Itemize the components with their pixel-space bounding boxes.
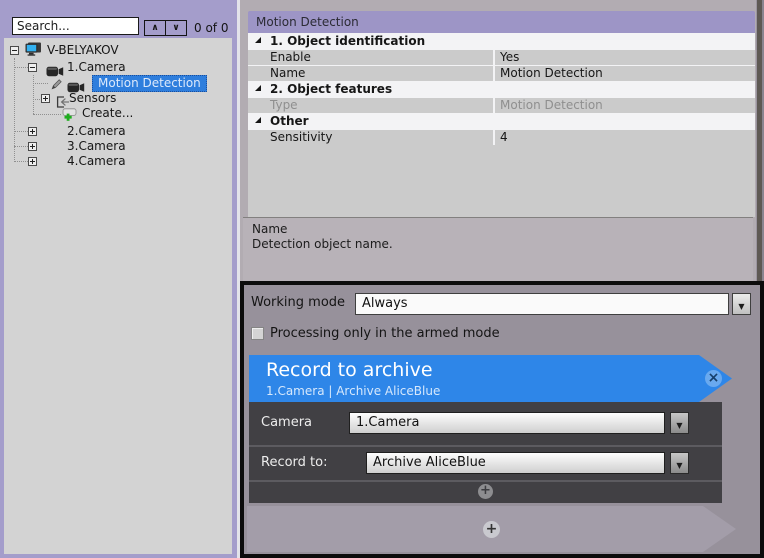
app-window: ∧ ∨ 0 of 0 — [0, 0, 764, 558]
camera-select[interactable]: 1.Camera — [349, 412, 665, 434]
add-action-button[interactable]: + — [483, 521, 500, 538]
property-value[interactable]: Motion Detection — [495, 66, 755, 81]
working-mode-select[interactable]: Always — [355, 293, 729, 315]
expander-camera1[interactable] — [28, 63, 37, 72]
camera-field-label: Camera — [261, 415, 312, 430]
tree-guide — [14, 146, 28, 147]
property-name: Enable — [248, 50, 493, 65]
chevron-down-icon: ▼ — [676, 461, 682, 470]
window-edge — [756, 0, 764, 281]
collapse-triangle-icon[interactable] — [255, 117, 261, 123]
category-object-features[interactable]: 2. Object features — [248, 81, 755, 97]
chevron-down-icon: ▼ — [676, 421, 682, 430]
record-to-archive-action-header[interactable]: Record to archive 1.Camera | Archive Ali… — [249, 355, 732, 402]
description-title: Name — [252, 222, 287, 236]
armed-mode-checkbox[interactable] — [251, 327, 264, 340]
property-row-name: Name Motion Detection — [248, 65, 755, 81]
sidebar-item-sensors[interactable]: Sensors — [69, 91, 116, 106]
properties-panel: Motion Detection 1. Object identificatio… — [240, 0, 756, 281]
sidebar-item-create[interactable]: Create... — [82, 106, 133, 121]
tree-guide — [33, 75, 34, 114]
sidebar-item-camera2[interactable]: 2.Camera — [67, 124, 126, 139]
sidebar-item-motion-detection-selected[interactable]: Motion Detection — [92, 75, 207, 92]
property-name: Name — [248, 66, 493, 81]
record-to-field-label: Record to: — [261, 455, 327, 470]
property-value: Motion Detection — [495, 98, 755, 113]
working-mode-dropdown-button[interactable]: ▼ — [732, 293, 751, 315]
row-divider — [249, 480, 722, 482]
sidebar-item-server[interactable]: V-BELYAKOV — [47, 43, 119, 58]
properties-title-bar: Motion Detection — [248, 11, 755, 33]
action-settings-panel: Camera 1.Camera ▼ Record to: Archive Ali… — [249, 402, 722, 503]
add-parameter-button[interactable]: + — [478, 484, 493, 499]
action-title: Record to archive — [266, 359, 433, 381]
armed-mode-label: Processing only in the armed mode — [270, 326, 500, 341]
property-grid: 1. Object identification Enable Yes Name… — [248, 33, 755, 145]
tree-guide — [33, 114, 61, 115]
record-to-select[interactable]: Archive AliceBlue — [366, 452, 665, 474]
expander-camera4[interactable] — [28, 157, 37, 166]
expander-sensors[interactable] — [41, 94, 50, 103]
collapse-triangle-icon[interactable] — [255, 37, 261, 43]
working-mode-label: Working mode — [251, 295, 345, 310]
device-tree: V-BELYAKOV 1.Camera Motion Detection Sen… — [4, 38, 232, 554]
search-result-count: 0 of 0 — [194, 21, 228, 35]
category-other[interactable]: Other — [248, 113, 755, 129]
property-description: Name Detection object name. — [243, 217, 753, 281]
property-row-sensitivity: Sensitivity 4 — [248, 129, 755, 145]
property-row-type: Type Motion Detection — [248, 97, 755, 113]
collapse-triangle-icon[interactable] — [255, 85, 261, 91]
action-subtitle: 1.Camera | Archive AliceBlue — [266, 384, 440, 398]
close-icon[interactable]: × — [705, 370, 722, 387]
macro-rule-panel: Working mode Always ▼ Processing only in… — [240, 281, 764, 558]
property-name: Type — [248, 98, 493, 113]
sidebar-item-camera4[interactable]: 4.Camera — [67, 154, 126, 169]
tree-guide — [14, 161, 28, 162]
category-object-identification[interactable]: 1. Object identification — [248, 33, 755, 49]
create-plus-icon — [62, 106, 77, 125]
tree-guide — [14, 131, 28, 132]
search-input[interactable] — [12, 17, 139, 35]
sidebar-item-camera3[interactable]: 3.Camera — [67, 139, 126, 154]
property-row-enable: Enable Yes — [248, 49, 755, 65]
search-next-button[interactable]: ∨ — [165, 20, 187, 36]
property-value[interactable]: 4 — [495, 130, 755, 145]
server-monitor-icon — [25, 41, 42, 60]
tree-guide — [14, 67, 28, 68]
sidebar-item-camera1[interactable]: 1.Camera — [67, 60, 126, 75]
property-name: Sensitivity — [248, 130, 493, 145]
tree-guide — [33, 83, 48, 84]
expander-camera3[interactable] — [28, 142, 37, 151]
property-grid-filler — [248, 145, 755, 217]
record-to-dropdown-button[interactable]: ▼ — [670, 452, 689, 474]
objects-tree-panel: ∧ ∨ 0 of 0 — [0, 0, 237, 558]
add-action-band: + — [247, 506, 736, 552]
property-value[interactable]: Yes — [495, 50, 755, 65]
search-prev-button[interactable]: ∧ — [144, 20, 166, 36]
description-text: Detection object name. — [252, 237, 393, 251]
row-divider — [249, 445, 722, 447]
camera-dropdown-button[interactable]: ▼ — [670, 412, 689, 434]
expander-camera2[interactable] — [28, 127, 37, 136]
expander-root[interactable] — [10, 46, 19, 55]
chevron-down-icon: ▼ — [738, 302, 744, 311]
